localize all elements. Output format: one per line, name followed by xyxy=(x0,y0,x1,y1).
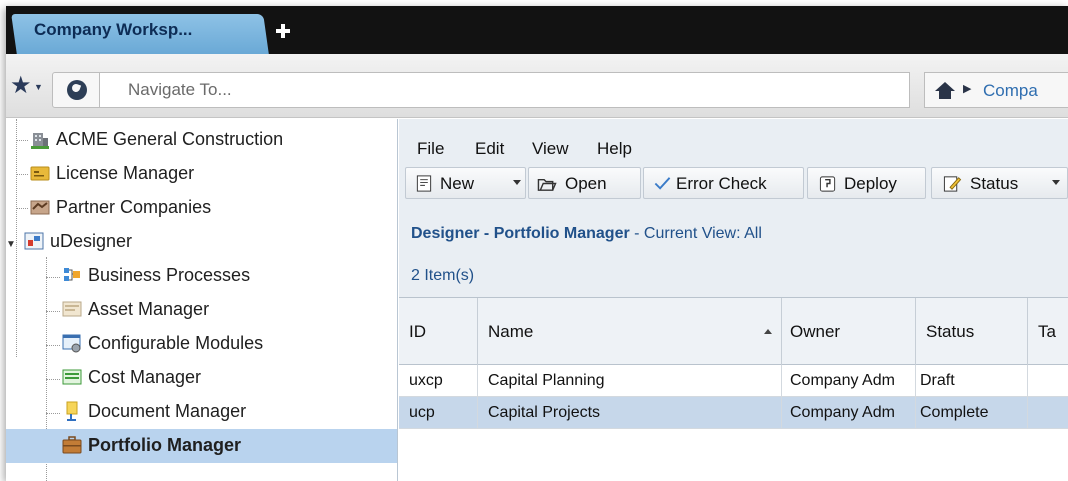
menu-view[interactable]: View xyxy=(532,139,569,159)
building-icon xyxy=(31,133,49,149)
license-icon xyxy=(30,166,50,181)
menu-edit[interactable]: Edit xyxy=(475,139,504,159)
error-check-button-label: Error Check xyxy=(676,174,767,193)
column-header-ta[interactable]: Ta xyxy=(1028,298,1068,365)
table-row-selected[interactable]: ucp Capital Projects Company Adm Complet… xyxy=(399,397,1068,429)
sidebar-tree: ▼ ACME General Construction License Mana… xyxy=(6,119,398,481)
new-button-label: New xyxy=(440,174,475,193)
sort-ascending-icon xyxy=(764,329,772,334)
status-button[interactable]: Status xyxy=(931,167,1068,199)
column-header-id[interactable]: ID xyxy=(399,298,478,365)
tab-company-workspace-label[interactable]: Company Worksp... xyxy=(34,20,192,40)
add-tab-icon[interactable] xyxy=(276,24,290,38)
sidebar-item-label: Partner Companies xyxy=(56,197,212,217)
navigation-bar: ★ ▼ ▶ Compa xyxy=(6,54,1068,118)
document-icon xyxy=(66,401,78,421)
status-button-label: Status xyxy=(970,174,1019,193)
sidebar-item-asset-manager[interactable]: Asset Manager xyxy=(6,293,397,327)
globe-button[interactable] xyxy=(52,72,100,108)
breadcrumb-arrow-icon: ▶ xyxy=(963,83,972,95)
sidebar-item-label: License Manager xyxy=(56,163,195,183)
sidebar-item-portfolio-manager[interactable]: Portfolio Manager xyxy=(6,429,397,463)
grid-header: ID Name Owner Status Ta xyxy=(399,298,1068,365)
new-dropdown-icon[interactable] xyxy=(513,180,521,185)
checkmark-icon xyxy=(654,177,671,190)
cell-id: ucp xyxy=(399,397,478,429)
sidebar-item-label: Document Manager xyxy=(88,401,247,421)
home-icon[interactable] xyxy=(935,82,955,100)
asset-icon xyxy=(62,301,82,317)
sidebar-item-acme-general-construction[interactable]: ACME General Construction xyxy=(6,123,397,157)
table-row[interactable]: uxcp Capital Planning Company Adm Draft xyxy=(399,365,1068,397)
toolbar: New Open Error Check Deploy Status xyxy=(399,165,1068,201)
items-grid: ID Name Owner Status Ta uxcp Capital Pla… xyxy=(399,297,1068,481)
sidebar-item-document-manager[interactable]: Document Manager xyxy=(6,395,397,429)
sidebar-item-label: Portfolio Manager xyxy=(88,435,242,455)
edit-status-icon xyxy=(943,176,962,192)
cell-name: Capital Projects xyxy=(478,397,782,429)
sidebar-item-partner-companies[interactable]: Partner Companies xyxy=(6,191,397,225)
navigate-to-input[interactable] xyxy=(100,72,910,108)
sidebar-item-udesigner[interactable]: uDesigner xyxy=(6,225,397,259)
sidebar-item-label: Cost Manager xyxy=(88,367,202,387)
column-header-status[interactable]: Status xyxy=(916,298,1028,365)
sidebar-item-label: Configurable Modules xyxy=(88,333,264,353)
tab-bar: Company Worksp... xyxy=(6,6,1068,54)
deploy-icon xyxy=(819,176,836,192)
item-count: 2 Item(s) xyxy=(411,267,475,284)
column-header-name[interactable]: Name xyxy=(478,298,782,365)
deploy-button-label: Deploy xyxy=(844,174,897,193)
process-icon xyxy=(64,268,80,281)
sidebar-item-business-processes[interactable]: Business Processes xyxy=(6,259,397,293)
briefcase-icon xyxy=(62,436,82,454)
app-window: Company Worksp... ★ ▼ ▶ Compa ▼ xyxy=(6,6,1068,481)
globe-icon xyxy=(67,80,87,100)
status-dropdown-icon[interactable] xyxy=(1052,180,1060,185)
cell-owner: Company Adm xyxy=(782,365,916,397)
cost-icon xyxy=(62,369,82,385)
menu-bar: File Edit View Help xyxy=(399,119,1068,165)
open-folder-icon xyxy=(537,178,557,191)
handshake-icon xyxy=(30,200,50,215)
module-icon xyxy=(62,334,81,353)
new-button[interactable]: New xyxy=(405,167,526,199)
menu-file[interactable]: File xyxy=(417,139,444,159)
designer-icon xyxy=(24,232,44,250)
cell-owner: Company Adm xyxy=(782,397,916,429)
favorites-star-icon[interactable]: ★ xyxy=(10,71,32,100)
main-content: File Edit View Help New Open Error Check… xyxy=(399,119,1068,481)
sidebar-item-label: Asset Manager xyxy=(88,299,210,319)
column-header-owner[interactable]: Owner xyxy=(782,298,916,365)
sidebar-item-label: uDesigner xyxy=(50,231,133,251)
sidebar-item-cost-manager[interactable]: Cost Manager xyxy=(6,361,397,395)
menu-help[interactable]: Help xyxy=(597,139,632,159)
cell-id: uxcp xyxy=(399,365,478,397)
breadcrumb-company[interactable]: Compa xyxy=(983,81,1038,101)
sidebar-item-license-manager[interactable]: License Manager xyxy=(6,157,397,191)
deploy-button[interactable]: Deploy xyxy=(807,167,926,199)
sidebar-item-configurable-modules[interactable]: Configurable Modules xyxy=(6,327,397,361)
sidebar-item-label: ACME General Construction xyxy=(56,129,284,149)
cell-ta xyxy=(1028,365,1068,397)
cell-status: Complete xyxy=(916,397,1028,429)
current-view-text: - Current View: All xyxy=(629,225,762,242)
breadcrumb: ▶ Compa xyxy=(924,72,1068,108)
new-document-icon xyxy=(416,175,432,192)
sidebar-item-label: Business Processes xyxy=(88,265,251,285)
view-title: Designer - Portfolio Manager - Current V… xyxy=(411,225,762,243)
error-check-button[interactable]: Error Check xyxy=(643,167,804,199)
cell-status: Draft xyxy=(916,365,1028,397)
open-button-label: Open xyxy=(565,174,607,193)
view-title-text: Designer - Portfolio Manager xyxy=(411,225,630,242)
open-button[interactable]: Open xyxy=(528,167,641,199)
cell-ta xyxy=(1028,397,1068,429)
favorites-caret-icon[interactable]: ▼ xyxy=(34,82,43,92)
cell-name: Capital Planning xyxy=(478,365,782,397)
